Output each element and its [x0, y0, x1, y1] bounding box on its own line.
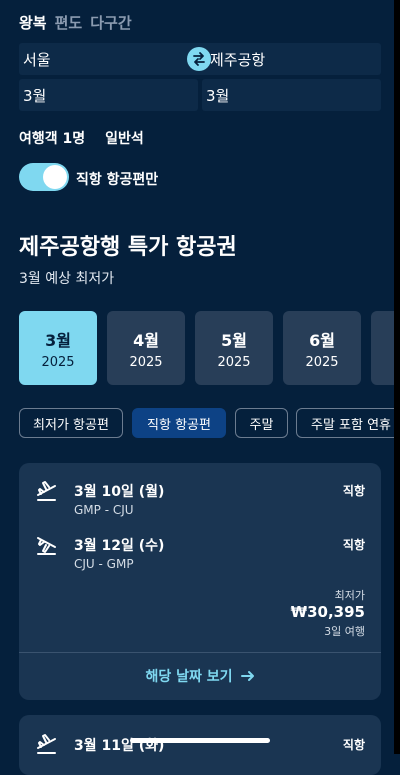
direct-only-label: 직항 항공편만 — [76, 172, 159, 188]
filter-chips: 최저가 항공편 직항 항공편 주말 주말 포함 연휴 — [19, 408, 394, 440]
deals-title: 제주공항행 특가 항공권 — [19, 235, 237, 260]
month-tile-mar[interactable]: 3월 2025 — [19, 311, 97, 385]
app-screen: 왕복 편도 다구간 서울 제주공항 3월 3월 여행객 1명 일반석 직항 항공… — [0, 0, 394, 775]
inbound-type: 직항 — [342, 538, 365, 552]
outbound-type: 직항 — [342, 484, 365, 498]
month-year: 2025 — [305, 354, 339, 370]
outbound-date: 3월 10일 (월) — [74, 484, 165, 500]
month-name: 4월 — [133, 330, 159, 350]
landing-icon — [37, 537, 56, 555]
month-name: 5월 — [221, 330, 247, 350]
swap-button[interactable] — [187, 47, 211, 71]
outbound-route: GMP - CJU — [74, 503, 134, 517]
month-year: 2025 — [129, 354, 163, 370]
view-dates-label: 해당 날짜 보기 — [145, 669, 233, 685]
filter-cheapest[interactable]: 최저가 항공편 — [19, 408, 123, 438]
tab-multi-city[interactable]: 다구간 — [90, 12, 131, 33]
deals-subtitle: 3월 예상 최저가 — [19, 271, 115, 287]
inbound-date: 3월 12일 (수) — [74, 538, 165, 554]
month-year: 2025 — [217, 354, 251, 370]
tab-one-way[interactable]: 편도 — [55, 12, 83, 33]
month-name: 6월 — [309, 330, 335, 350]
origin-value: 서울 — [23, 50, 51, 69]
inbound-route: CJU - GMP — [74, 557, 134, 571]
return-date-field[interactable]: 3월 — [202, 79, 381, 111]
month-tile-next[interactable] — [371, 311, 394, 385]
takeoff-icon — [37, 481, 56, 501]
month-name: 3월 — [45, 330, 71, 350]
filter-weekend[interactable]: 주말 — [235, 408, 288, 438]
traveller-count: 여행객 1명 — [19, 131, 86, 147]
takeoff-icon — [37, 734, 56, 754]
month-tile-jun[interactable]: 6월 2025 — [283, 311, 361, 385]
next-deal-type: 직항 — [342, 738, 365, 752]
cabin-class: 일반석 — [105, 131, 144, 147]
screen-edge — [394, 0, 400, 754]
depart-date-field[interactable]: 3월 — [19, 79, 198, 111]
card-divider — [19, 652, 381, 653]
trip-duration: 3일 여행 — [324, 625, 365, 638]
trip-type-tabs: 왕복 편도 다구간 — [19, 12, 132, 33]
price-label: 최저가 — [334, 589, 365, 602]
deal-card-next: 3월 11일 (화) 직항 — [19, 715, 381, 775]
deal-card: 3월 10일 (월) GMP - CJU 직항 3월 12일 (수) CJU -… — [19, 463, 381, 700]
return-date-value: 3월 — [206, 86, 230, 105]
view-dates-button[interactable]: 해당 날짜 보기 — [19, 666, 381, 686]
filter-holiday-weekend[interactable]: 주말 포함 연휴 — [296, 408, 394, 438]
tab-round-trip[interactable]: 왕복 — [19, 12, 47, 33]
filter-direct[interactable]: 직항 항공편 — [132, 408, 226, 438]
home-indicator — [130, 738, 270, 743]
month-tile-may[interactable]: 5월 2025 — [195, 311, 273, 385]
depart-date-value: 3월 — [23, 86, 47, 105]
toggle-knob — [43, 165, 67, 189]
destination-field[interactable]: 제주공항 — [210, 43, 370, 75]
swap-icon — [193, 52, 205, 66]
month-selector: 3월 2025 4월 2025 5월 2025 6월 2025 — [19, 311, 394, 385]
arrow-right-icon — [240, 671, 254, 681]
month-year: 2025 — [41, 354, 75, 370]
deal-price: ₩30,395 — [290, 603, 365, 621]
month-tile-apr[interactable]: 4월 2025 — [107, 311, 185, 385]
traveller-selector[interactable]: 여행객 1명 일반석 — [19, 128, 144, 148]
destination-value: 제주공항 — [210, 50, 266, 69]
direct-only-toggle[interactable] — [19, 163, 69, 191]
